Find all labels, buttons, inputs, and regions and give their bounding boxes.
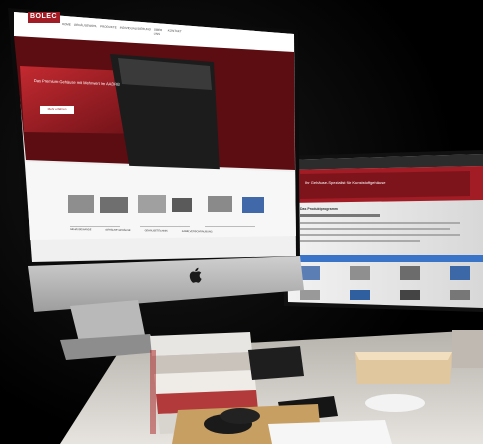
right-monitor [282, 150, 483, 312]
product-thumb [350, 290, 370, 300]
photo-scene: BOLEC HOME GEHÄUSEWAHL PRODUKTE INDIVIDU… [0, 0, 483, 444]
product-thumb [400, 266, 420, 280]
right-screen-text-line [300, 222, 460, 224]
nav-item-produkte[interactable]: PRODUKTE [100, 24, 117, 32]
keyboard [248, 346, 304, 380]
right-screen-text-line [300, 214, 380, 217]
nav-item-gehaeusewahl[interactable]: GEHÄUSEWAHL [74, 23, 97, 31]
hero-button[interactable]: Mehr erfahren [42, 107, 72, 111]
product-thumb [300, 266, 320, 280]
glasses [220, 408, 260, 424]
right-section-title: Das Produktprogramm [300, 207, 338, 211]
category-product [138, 195, 166, 213]
right-screen-text-line [300, 240, 420, 242]
nav-item-ueber-uns[interactable]: ÜBER UNS [154, 28, 165, 36]
scene-artwork [0, 0, 483, 444]
product-thumb [400, 290, 420, 300]
right-screen-banner-panel [300, 171, 470, 199]
nav-item-home[interactable]: HOME [62, 22, 71, 30]
product-thumb [450, 266, 470, 280]
category-product [172, 198, 192, 212]
front-keyboard [268, 420, 392, 444]
product-thumb [350, 266, 370, 280]
mouse [365, 394, 425, 412]
category-label[interactable]: KABELVERSCHRAUBUNG [182, 230, 213, 234]
right-screen-text-line [300, 234, 460, 236]
product-thumb [300, 290, 320, 300]
left-monitor [8, 8, 304, 312]
category-product [68, 195, 94, 213]
right-screen-blue-band [290, 255, 483, 262]
bolec-logo: BOLEC [30, 13, 57, 20]
category-product [242, 197, 264, 213]
category-label[interactable]: GEHÄUSETECHNIK [145, 229, 168, 232]
category-product [208, 196, 232, 212]
category-product [100, 197, 128, 213]
right-screen-text-line [300, 228, 450, 230]
category-label[interactable]: GEHÄUSE GEHÄUSE [105, 229, 130, 232]
apple-logo-icon [188, 267, 202, 283]
wooden-box-lid [355, 352, 452, 360]
nav-item-kontakt[interactable]: KONTAKT [167, 28, 182, 36]
product-thumb [450, 290, 470, 300]
category-label[interactable]: GEHÄUSEWANDE [70, 228, 92, 231]
ceramic-block [452, 330, 483, 368]
right-banner-title: Ihr Gehäuse-Spezialist für Kunststoffgeh… [305, 180, 386, 185]
category-divider [140, 226, 190, 227]
category-divider [70, 226, 120, 227]
category-divider [205, 226, 255, 227]
